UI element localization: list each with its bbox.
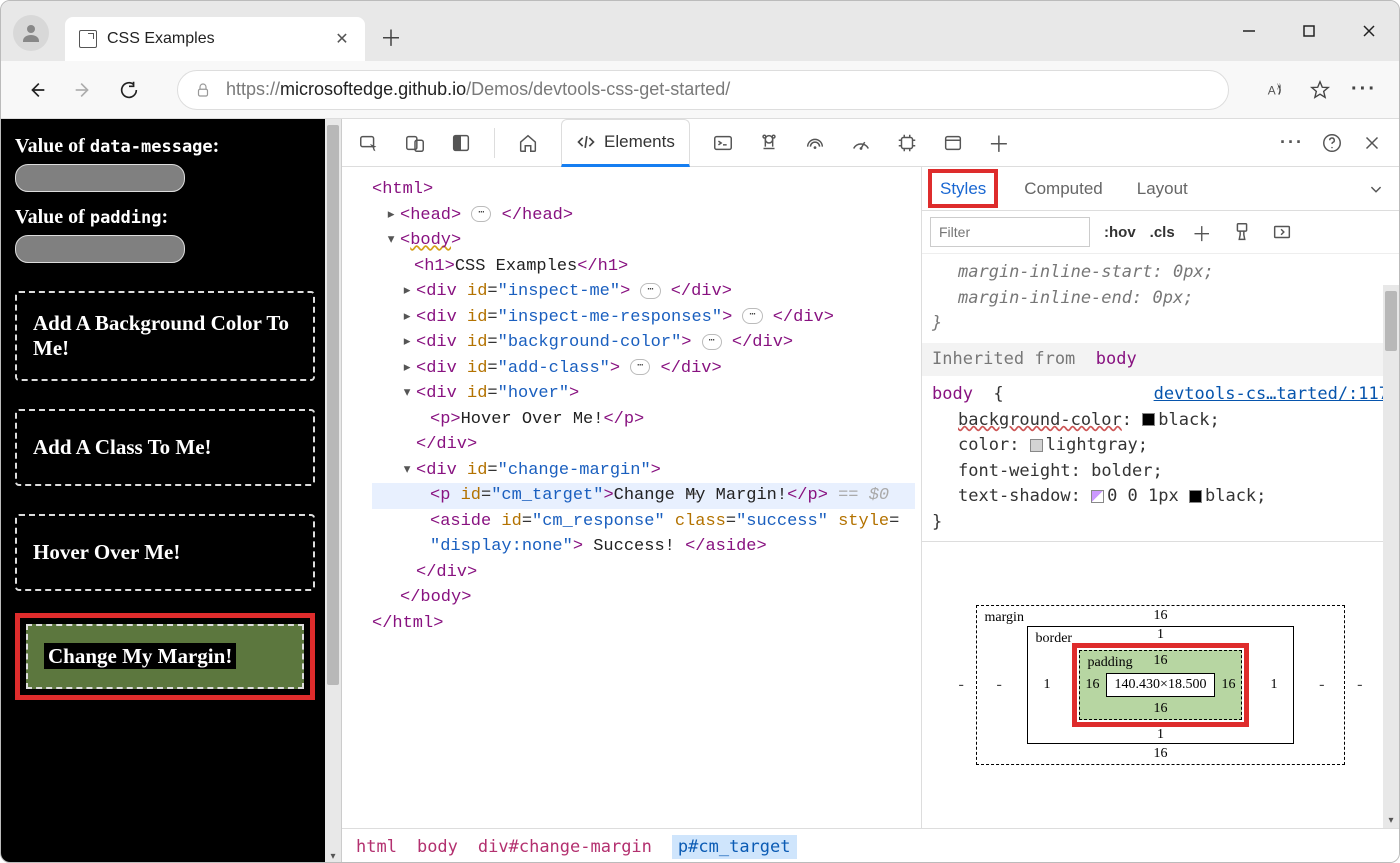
breadcrumb: html body div#change-margin p#cm_target	[342, 828, 1399, 863]
url-path: /Demos/devtools-css-get-started/	[466, 79, 730, 100]
address-bar: https://microsoftedge.github.io/Demos/de…	[1, 61, 1399, 119]
devtools-panel: Elements ＋ ··· <html> ▸<	[341, 119, 1399, 863]
source-link[interactable]: devtools-cs…tarted/:117	[1154, 382, 1389, 408]
devtools-close-button[interactable]	[1359, 130, 1385, 156]
svg-text:A: A	[1268, 83, 1276, 97]
tab-title: CSS Examples	[107, 30, 323, 48]
close-tab-button[interactable]: ✕	[333, 30, 351, 48]
card-add-class[interactable]: Add A Class To Me!	[15, 409, 315, 486]
styles-scrollbar[interactable]: ▴ ▾	[1383, 285, 1399, 828]
styles-panel: Styles Computed Layout :hov .cls ＋	[921, 167, 1399, 828]
new-style-rule-button[interactable]: ＋	[1189, 219, 1215, 245]
demo-page: Value of data-message: Value of padding:…	[1, 119, 341, 863]
network-tab-button[interactable]	[802, 130, 828, 156]
card-background-color[interactable]: Add A Background Color To Me!	[15, 291, 315, 381]
demo-scrollbar[interactable]: ▴ ▾	[325, 119, 341, 863]
profile-button[interactable]	[13, 15, 49, 51]
url-input[interactable]: https://microsoftedge.github.io/Demos/de…	[177, 70, 1229, 110]
forward-button[interactable]	[65, 72, 101, 108]
new-tab-button[interactable]: ＋	[371, 17, 411, 57]
data-message-input[interactable]	[15, 164, 185, 192]
breadcrumb-html[interactable]: html	[356, 837, 397, 857]
devtools-more-button[interactable]: ···	[1279, 130, 1305, 156]
more-tabs-chevron-icon[interactable]	[1363, 176, 1389, 202]
elements-tab[interactable]: Elements	[561, 119, 690, 167]
styles-toolbar: :hov .cls ＋	[922, 211, 1399, 254]
devtools-body: <html> ▸<head> ⋯ </head> ▾<body> <h1>CSS…	[342, 167, 1399, 828]
favorite-button[interactable]	[1303, 73, 1337, 107]
breadcrumb-body[interactable]: body	[417, 837, 458, 857]
menu-button[interactable]: ···	[1347, 73, 1381, 107]
padding-input[interactable]	[15, 235, 185, 263]
breadcrumb-p[interactable]: p#cm_target	[672, 835, 797, 859]
devtools-toolbar: Elements ＋ ···	[342, 119, 1399, 167]
toggle-sidebar-icon[interactable]	[1269, 219, 1295, 245]
scroll-down-icon[interactable]: ▾	[1383, 812, 1399, 828]
welcome-tab-button[interactable]	[515, 130, 541, 156]
performance-tab-button[interactable]	[848, 130, 874, 156]
page-icon	[79, 30, 97, 48]
scroll-down-icon[interactable]: ▾	[325, 848, 341, 863]
svg-text:)): ))	[1277, 83, 1281, 90]
scroll-thumb[interactable]	[327, 125, 339, 685]
url-domain: microsoftedge.github.io	[280, 79, 466, 100]
hov-toggle[interactable]: :hov	[1104, 224, 1136, 241]
scroll-thumb[interactable]	[1385, 291, 1397, 351]
styles-tabs: Styles Computed Layout	[922, 167, 1399, 211]
paintbrush-icon[interactable]	[1229, 219, 1255, 245]
maximize-button[interactable]	[1285, 11, 1333, 51]
box-model[interactable]: margin 16 16 - - - - border 1 1 1	[922, 542, 1399, 828]
box-model-content: 140.430×18.500	[1106, 673, 1216, 697]
lock-icon	[194, 81, 212, 99]
more-tabs-button[interactable]: ＋	[986, 130, 1012, 156]
devtools-help-button[interactable]	[1319, 130, 1345, 156]
person-icon	[19, 21, 43, 45]
browser-tab[interactable]: CSS Examples ✕	[65, 17, 365, 61]
application-tab-button[interactable]	[940, 130, 966, 156]
sources-tab-button[interactable]	[756, 130, 782, 156]
rendering-button[interactable]	[448, 130, 474, 156]
url-scheme: https://	[226, 79, 280, 100]
highlight-box: Change My Margin!	[15, 613, 315, 700]
label-padding: Value of padding:	[15, 206, 315, 229]
browser-window: CSS Examples ✕ ＋ https://microsoftedge.g…	[0, 0, 1400, 863]
tab-layout[interactable]: Layout	[1133, 169, 1192, 209]
memory-tab-button[interactable]	[894, 130, 920, 156]
cls-toggle[interactable]: .cls	[1150, 224, 1175, 241]
dom-tree[interactable]: <html> ▸<head> ⋯ </head> ▾<body> <h1>CSS…	[342, 167, 921, 828]
code-icon	[576, 132, 596, 152]
breadcrumb-div[interactable]: div#change-margin	[478, 837, 652, 857]
filter-input[interactable]	[930, 217, 1090, 247]
tab-styles[interactable]: Styles	[932, 169, 994, 209]
titlebar: CSS Examples ✕ ＋	[1, 1, 1399, 61]
window-controls	[1225, 11, 1393, 51]
minimize-button[interactable]	[1225, 11, 1273, 51]
read-aloud-button[interactable]: A))	[1259, 73, 1293, 107]
label-data-message: Value of data-message:	[15, 135, 315, 158]
content-area: Value of data-message: Value of padding:…	[1, 119, 1399, 863]
reload-button[interactable]	[111, 72, 147, 108]
tab-computed[interactable]: Computed	[1020, 169, 1106, 209]
back-button[interactable]	[19, 72, 55, 108]
console-tab-button[interactable]	[710, 130, 736, 156]
close-window-button[interactable]	[1345, 11, 1393, 51]
inspect-element-button[interactable]	[356, 130, 382, 156]
css-rules[interactable]: margin-inline-start: 0px; margin-inline-…	[922, 254, 1399, 542]
card-hover[interactable]: Hover Over Me!	[15, 514, 315, 591]
device-toolbar-button[interactable]	[402, 130, 428, 156]
card-change-margin[interactable]: Change My Margin!	[26, 624, 304, 689]
